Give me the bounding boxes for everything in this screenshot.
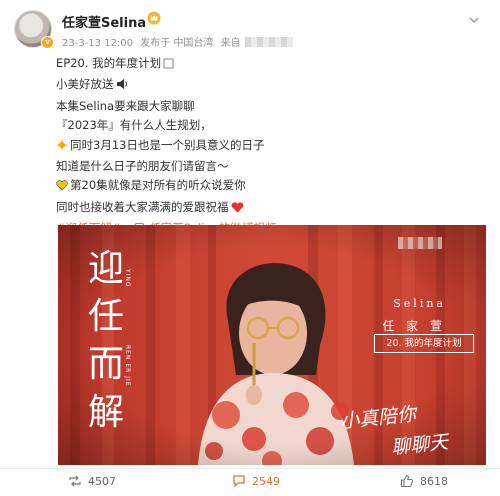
post-line-2: 小美好放送 [56,75,486,96]
post-meta: 23-3-13 12:00 发布于 中国台湾 来自 [62,34,297,49]
post-line-7: 第20集就像是对所有的听众说爱你 [56,176,486,197]
post-line-3: 本集Selina要来跟大家聊聊 [56,98,195,113]
like-count: 8618 [420,474,448,488]
divider [0,468,500,469]
post-date[interactable]: 23-3-13 12:00 [62,38,133,49]
post-source-blurred [244,37,293,47]
verified-badge: v [41,36,54,49]
post-line-5: 同时3月13日也是一个别具意义的日子 [56,136,486,157]
action-bar: 4507 2549 8618 [0,470,500,494]
like-icon [400,474,414,488]
episode-label: 20. 我的年度计划 [374,334,474,353]
repost-icon [69,475,81,487]
post-line-4: 『2023年』有什么人生规划， [56,118,212,133]
show-title-pinyin-top: YING [124,269,131,288]
post-source-label: 来自 [220,38,241,49]
comment-count: 2549 [252,474,280,488]
speaker-icon [114,77,129,96]
sparkle-icon [56,138,68,157]
heart-icon [229,200,244,219]
post-line-8: 同时也接收着大家满满的爱跟祝福 [56,198,486,219]
post-header: v 任家萱Selina 23-3-13 12:00 发布于 中国台湾 来自 [14,8,484,52]
post-text: EP20. 我的年度计划 小美好放送 本集Selina要来跟大家聊聊 『2023… [56,54,486,239]
yellow-heart-icon [56,178,68,197]
author-name[interactable]: 任家萱Selina [62,12,146,31]
checkbox-icon [161,56,174,75]
show-title: 迎 任 而 解 [87,248,124,433]
repost-count: 4507 [88,474,116,488]
post-line-6: 知道是什么日子的朋友们请留言～ [56,159,229,174]
show-title-pinyin-bottom: REN ER JIE [124,345,131,387]
post-line-title: EP20. 我的年度计划 [56,54,486,75]
crown-icon [147,11,161,25]
video-thumbnail[interactable]: 迎 任 而 解 YING REN ER JIE Selina 任 家 萱 20.… [58,225,486,465]
comment-button[interactable]: 2549 [232,474,280,488]
repost-button[interactable]: 4507 [68,474,116,488]
comment-icon [233,475,245,488]
like-button[interactable]: 8618 [400,474,448,488]
post-location: 发布于 中国台湾 [140,38,214,49]
brand-name-en: Selina [393,297,446,310]
chevron-down-icon[interactable] [468,14,480,26]
blurred-watermark [398,237,442,249]
brand-name-zh: 任 家 萱 [382,319,446,333]
